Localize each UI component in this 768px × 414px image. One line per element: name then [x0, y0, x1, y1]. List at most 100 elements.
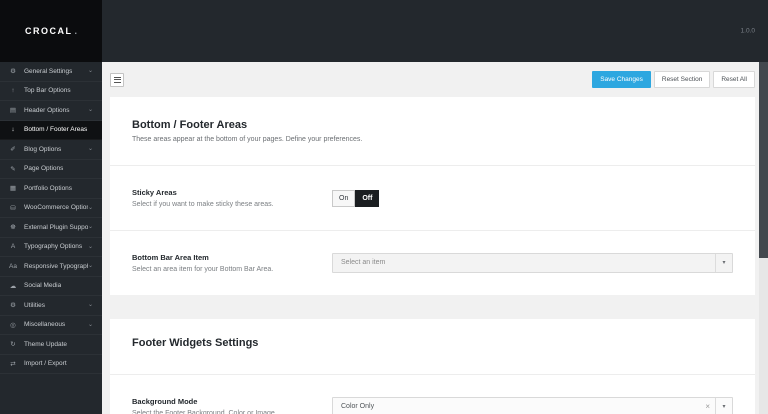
section-title: Footer Widgets Settings	[132, 337, 259, 349]
typography-icon: A	[10, 243, 16, 251]
sidebar-item-label: Header Options	[24, 106, 70, 114]
sidebar-item-bottom-footer-areas[interactable]: ↓ Bottom / Footer Areas	[0, 120, 102, 140]
sticky-off-button[interactable]: Off	[355, 189, 380, 207]
version-label: 1.0.0	[740, 27, 755, 35]
bottom-footer-areas-card: Bottom / Footer Areas These areas appear…	[110, 97, 755, 295]
option-description: Select the Footer Background, Color or I…	[132, 410, 275, 414]
page-title: Bottom / Footer Areas	[132, 119, 248, 131]
option-description: Select if you want to make sticky these …	[132, 201, 274, 208]
sidebar-item-typography-options[interactable]: A Typography Options ⌄	[0, 238, 102, 257]
chevron-down-icon: ⌄	[87, 224, 93, 231]
reset-all-button[interactable]: Reset All	[713, 71, 755, 88]
sidebar-item-label: Typography Options	[24, 243, 83, 251]
clear-selection-icon[interactable]: ×	[705, 398, 710, 414]
sidebar-item-social-media[interactable]: ☁ Social Media	[0, 277, 102, 296]
sidebar-item-responsive-typography[interactable]: Aa Responsive Typography ⌄	[0, 257, 102, 277]
sidebar-item-label: WooCommerce Options	[24, 204, 88, 212]
chevron-down-icon[interactable]: ▾	[715, 254, 732, 272]
misc-gear-icon: ◎	[10, 321, 16, 329]
sidebar-item-header-options[interactable]: ▤ Header Options ⌄	[0, 101, 102, 121]
sidebar-item-label: Portfolio Options	[24, 184, 73, 192]
sidebar-item-label: Top Bar Options	[24, 87, 71, 95]
sidebar-item-top-bar-options[interactable]: ↑ Top Bar Options	[0, 82, 102, 101]
sidebar-item-woocommerce-options[interactable]: ⛁ WooCommerce Options ⌄	[0, 199, 102, 218]
sidebar-item-label: Blog Options	[24, 145, 62, 153]
arrow-down-icon: ↓	[11, 126, 15, 134]
page-header: Bottom / Footer Areas These areas appear…	[110, 97, 755, 165]
option-info: Bottom Bar Area Item Select an area item…	[132, 253, 332, 273]
sticky-areas-toggle: On Off	[332, 189, 380, 207]
logo-text: CROCAL	[24, 26, 73, 36]
option-label: Background Mode	[132, 397, 198, 406]
hamburger-icon	[113, 81, 121, 83]
sidebar-item-general-settings[interactable]: ⚙ General Settings ⌄	[0, 62, 102, 82]
pencil-icon: ✎	[10, 165, 16, 173]
app-header: CROCAL. 1.0.0	[0, 0, 768, 62]
chevron-down-icon: ⌄	[87, 204, 93, 211]
responsive-typography-icon: Aa	[9, 262, 17, 270]
main-panel: Save Changes Reset Section Reset All Bot…	[102, 62, 759, 414]
sidebar-item-label: Import / Export	[24, 360, 67, 368]
portfolio-icon: ▦	[9, 185, 17, 193]
sidebar-item-label: Miscellaneous	[24, 321, 66, 329]
sidebar-item-portfolio-options[interactable]: ▦ Portfolio Options	[0, 179, 102, 199]
sticky-on-button[interactable]: On	[332, 189, 356, 207]
option-info: Background Mode Select the Footer Backgr…	[132, 397, 332, 414]
hamburger-icon	[113, 79, 121, 80]
chevron-down-icon: ⌄	[87, 107, 93, 114]
sidebar-item-theme-update[interactable]: ↻ Theme Update	[0, 335, 102, 355]
bottom-bar-area-item-select[interactable]: Select an item ▾	[332, 253, 733, 273]
sidebar-item-page-options[interactable]: ✎ Page Options	[0, 160, 102, 179]
option-label: Sticky Areas	[132, 188, 177, 197]
update-refresh-icon: ↻	[10, 341, 16, 349]
chevron-down-icon: ⌄	[87, 146, 93, 153]
chevron-down-icon: ⌄	[87, 321, 93, 328]
background-mode-select[interactable]: Color Only × ▾	[332, 397, 733, 414]
option-control: Select an item ▾	[332, 253, 733, 273]
hamburger-icon	[113, 76, 121, 78]
option-control: On Off	[332, 189, 733, 207]
option-description: Select an area item for your Bottom Bar …	[132, 266, 274, 273]
chevron-down-icon: ⌄	[87, 68, 93, 75]
plugin-icon: ☸	[10, 224, 16, 232]
logo-dot: .	[74, 26, 77, 36]
sidebar-item-import-export[interactable]: ⇄ Import / Export	[0, 355, 102, 374]
save-changes-button[interactable]: Save Changes	[592, 71, 651, 88]
sidebar-item-label: External Plugin Support	[24, 223, 88, 231]
bottom-bar-area-item-row: Bottom Bar Area Item Select an area item…	[110, 230, 755, 295]
blog-edit-icon: ✐	[10, 146, 16, 154]
option-label: Bottom Bar Area Item	[132, 253, 209, 262]
cart-icon: ⛁	[10, 204, 16, 212]
sticky-areas-row: Sticky Areas Select if you want to make …	[110, 165, 755, 230]
gear-icon: ⚙	[10, 68, 16, 76]
option-control: Color Only × ▾	[332, 397, 733, 414]
utilities-gear-icon: ⚙	[10, 302, 16, 310]
sidebar-item-label: Utilities	[24, 301, 45, 309]
header-layout-icon: ▤	[9, 107, 17, 115]
select-value: Color Only	[341, 403, 375, 410]
scrollbar-thumb[interactable]	[759, 62, 768, 258]
sidebar-item-label: Bottom / Footer Areas	[24, 126, 88, 134]
section-gap	[110, 295, 755, 319]
chevron-down-icon: ⌄	[87, 243, 93, 250]
sidebar-item-utilities[interactable]: ⚙ Utilities ⌄	[0, 296, 102, 316]
logo: CROCAL.	[0, 0, 102, 62]
sidebar-item-external-plugin-support[interactable]: ☸ External Plugin Support ⌄	[0, 218, 102, 238]
arrow-up-icon: ↑	[11, 87, 15, 95]
sidebar-item-label: Social Media	[24, 282, 62, 290]
sidebar-item-label: Page Options	[24, 165, 64, 173]
reset-section-button[interactable]: Reset Section	[653, 71, 711, 88]
footer-widgets-settings-card: Footer Widgets Settings Background Mode …	[110, 319, 755, 414]
sidebar-item-blog-options[interactable]: ✐ Blog Options ⌄	[0, 140, 102, 160]
background-mode-row: Background Mode Select the Footer Backgr…	[110, 374, 755, 414]
sidebar-item-miscellaneous[interactable]: ◎ Miscellaneous ⌄	[0, 316, 102, 335]
import-export-icon: ⇄	[10, 360, 16, 368]
scrollbar-track[interactable]	[759, 62, 768, 414]
sidebar: ⚙ General Settings ⌄ ↑ Top Bar Options ▤…	[0, 62, 102, 414]
sidebar-item-label: Theme Update	[24, 340, 67, 348]
chevron-down-icon[interactable]: ▾	[715, 398, 732, 414]
share-icon: ☁	[9, 282, 17, 290]
section-header: Footer Widgets Settings	[110, 319, 755, 374]
sidebar-item-label: General Settings	[24, 67, 73, 75]
sidebar-toggle-button[interactable]	[110, 72, 124, 87]
